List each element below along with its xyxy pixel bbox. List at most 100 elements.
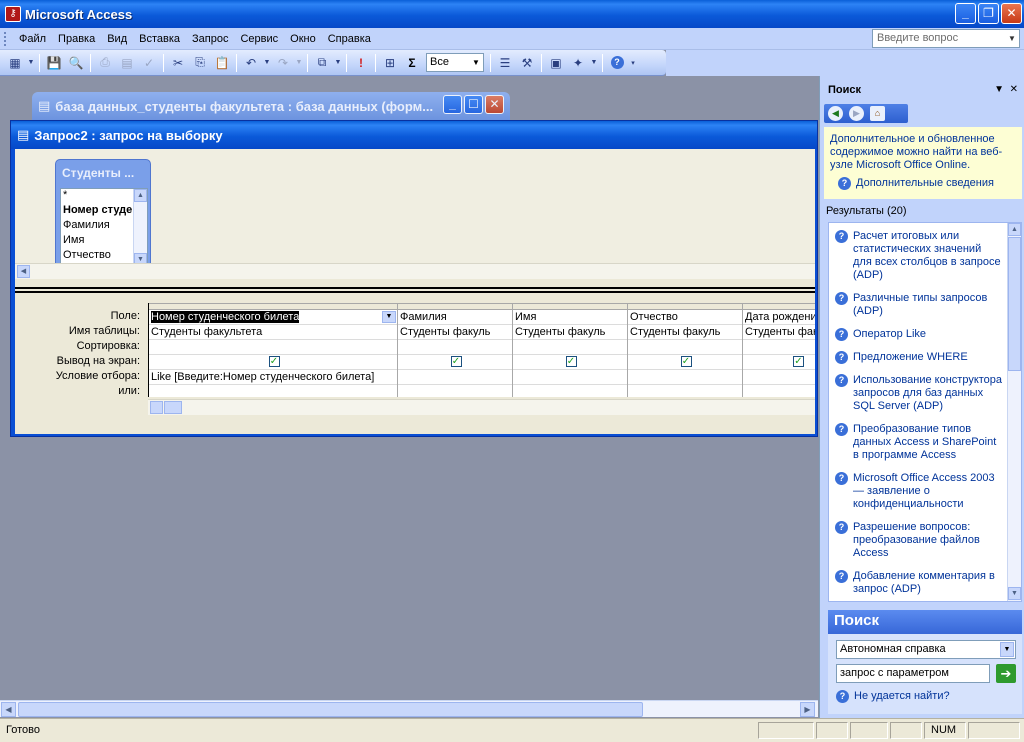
show-cell[interactable]: ✓ — [398, 355, 512, 370]
sort-cell[interactable] — [513, 340, 627, 355]
chevron-down-icon[interactable]: ▼ — [1000, 642, 1014, 657]
criteria-cell[interactable] — [743, 370, 815, 385]
field-list-item[interactable]: Номер студе — [61, 204, 133, 219]
table-cell[interactable]: Студенты факуль — [398, 325, 512, 340]
redo-icon[interactable]: ↷ — [272, 52, 294, 74]
chevron-down-icon[interactable]: ▼ — [1006, 31, 1018, 46]
search-result-link[interactable]: ? Преобразование типов данных Access и Sh… — [829, 423, 1021, 462]
view-icon[interactable]: ▦ — [4, 52, 26, 74]
show-cell[interactable]: ✓ — [743, 355, 815, 370]
criteria-cell[interactable] — [513, 370, 627, 385]
database-window-icon[interactable]: ▣ — [545, 52, 567, 74]
chevron-up-icon[interactable]: ▲ — [1008, 223, 1021, 236]
table-pane-scrollbar[interactable]: ◀ — [15, 263, 815, 279]
search-result-link[interactable]: ? Различные типы запросов (ADP) — [829, 292, 1021, 318]
or-cell[interactable] — [398, 385, 512, 397]
search-scope-select[interactable]: Автономная справка ▼ — [836, 640, 1016, 659]
cut-icon[interactable]: ✂ — [167, 52, 189, 74]
scrollbar-thumb[interactable] — [18, 702, 643, 717]
chevron-right-icon[interactable]: ▶ — [800, 702, 815, 717]
search-result-link[interactable]: ? Оператор Like — [829, 328, 1021, 341]
or-cell[interactable] — [743, 385, 815, 397]
chevron-left-icon[interactable] — [150, 401, 163, 414]
chevron-up-icon[interactable]: ▲ — [134, 189, 147, 202]
help-icon[interactable]: ? — [606, 52, 628, 74]
menu-file[interactable]: Файл — [13, 33, 52, 45]
column-selector[interactable] — [398, 303, 512, 310]
menu-insert[interactable]: Вставка — [133, 33, 186, 45]
column-selector[interactable] — [513, 303, 627, 310]
chevron-down-icon[interactable]: ▼ — [294, 52, 304, 74]
menu-help[interactable]: Справка — [322, 33, 377, 45]
search-result-link[interactable]: ? Разрешение вопросов: преобразование фай… — [829, 521, 1021, 560]
field-list-item[interactable]: Фамилия — [61, 219, 133, 234]
chevron-down-icon[interactable]: ▼ — [262, 52, 272, 74]
table-cell[interactable]: Студенты факультета — [149, 325, 397, 340]
table-cell[interactable]: Студенты фак — [743, 325, 815, 340]
copy-icon[interactable]: ⎘ — [189, 52, 211, 74]
sort-cell[interactable] — [628, 340, 742, 355]
show-checkbox[interactable]: ✓ — [268, 356, 280, 367]
search-file-icon[interactable]: 🔍 — [65, 52, 87, 74]
show-cell[interactable]: ✓ — [628, 355, 742, 370]
show-checkbox[interactable]: ✓ — [450, 356, 462, 367]
search-go-button[interactable]: ➔ — [996, 664, 1016, 683]
task-pane-controls[interactable]: ▼ ✕ — [994, 84, 1018, 95]
design-grid-scrollbar[interactable] — [148, 399, 815, 415]
criteria-cell[interactable] — [628, 370, 742, 385]
show-checkbox[interactable]: ✓ — [793, 356, 804, 367]
sort-cell[interactable] — [149, 340, 397, 355]
menu-query[interactable]: Запрос — [186, 33, 234, 45]
workspace-scrollbar[interactable]: ◀ ▶ — [0, 700, 818, 717]
results-scrollbar[interactable]: ▲ ▼ — [1007, 223, 1021, 601]
back-icon[interactable]: ◀ — [828, 106, 843, 121]
search-input[interactable]: запрос с параметром — [836, 664, 990, 683]
undo-icon[interactable]: ↶ — [240, 52, 262, 74]
show-checkbox[interactable]: ✓ — [565, 356, 577, 367]
properties-icon[interactable]: ☰ — [494, 52, 516, 74]
forward-icon[interactable]: ▶ — [849, 106, 864, 121]
print-icon[interactable]: ⎙ — [94, 52, 116, 74]
chevron-down-icon[interactable]: ▼ — [26, 52, 36, 74]
print-preview-icon[interactable]: ▤ — [116, 52, 138, 74]
new-object-icon[interactable]: ✦ — [567, 52, 589, 74]
query-window-title-bar[interactable]: ▤ Запрос2 : запрос на выборку — [11, 121, 817, 149]
field-list-item[interactable]: Отчество — [61, 249, 133, 264]
or-cell[interactable] — [628, 385, 742, 397]
field-cell[interactable]: Дата рождени — [743, 310, 815, 325]
search-result-link[interactable]: ? Microsoft Office Access 2003 — заявлени… — [829, 472, 1021, 511]
field-cell[interactable]: Фамилия — [398, 310, 512, 325]
paste-icon[interactable]: 📋 — [211, 52, 233, 74]
totals-icon[interactable]: Σ — [401, 52, 423, 74]
more-info-link[interactable]: ? Дополнительные сведения — [830, 177, 1016, 190]
restore-button[interactable]: ❐ — [978, 3, 999, 24]
search-result-link[interactable]: ? Использование конструктора запросов для… — [829, 374, 1021, 413]
cant-find-link[interactable]: ? Не удается найти? — [836, 690, 950, 703]
search-result-link[interactable]: ? Расчет итоговых или статистических знач… — [829, 230, 1021, 282]
show-cell[interactable]: ✓ — [149, 355, 397, 370]
chevron-down-icon[interactable]: ▼ — [333, 52, 343, 74]
field-list-scrollbar[interactable]: ▲ ▼ — [133, 189, 147, 267]
menu-edit[interactable]: Правка — [52, 33, 101, 45]
close-button[interactable]: ✕ — [1001, 3, 1022, 24]
sort-cell[interactable] — [743, 340, 815, 355]
field-list-item[interactable]: * — [61, 189, 133, 204]
help-question-input[interactable]: Введите вопрос ▼ — [872, 29, 1020, 48]
field-cell[interactable]: Имя — [513, 310, 627, 325]
column-selector[interactable] — [149, 303, 397, 310]
field-cell[interactable]: Номер студенческого билета ▼ — [149, 310, 397, 325]
show-checkbox[interactable]: ✓ — [680, 356, 692, 367]
menu-tools[interactable]: Сервис — [234, 33, 284, 45]
build-icon[interactable]: ⚒ — [516, 52, 538, 74]
chevron-left-icon[interactable]: ◀ — [17, 265, 30, 278]
chevron-down-icon[interactable]: ▼ — [1008, 587, 1021, 600]
show-table-icon[interactable]: ⊞ — [379, 52, 401, 74]
scrollbar-thumb[interactable] — [164, 401, 182, 414]
field-list-item[interactable]: Имя — [61, 234, 133, 249]
or-cell[interactable] — [149, 385, 397, 397]
save-icon[interactable]: 💾 — [43, 52, 65, 74]
spelling-icon[interactable]: ✓ — [138, 52, 160, 74]
run-query-icon[interactable]: ! — [350, 52, 372, 74]
chevron-down-icon[interactable]: ▼ — [589, 52, 599, 74]
table-cell[interactable]: Студенты факуль — [628, 325, 742, 340]
